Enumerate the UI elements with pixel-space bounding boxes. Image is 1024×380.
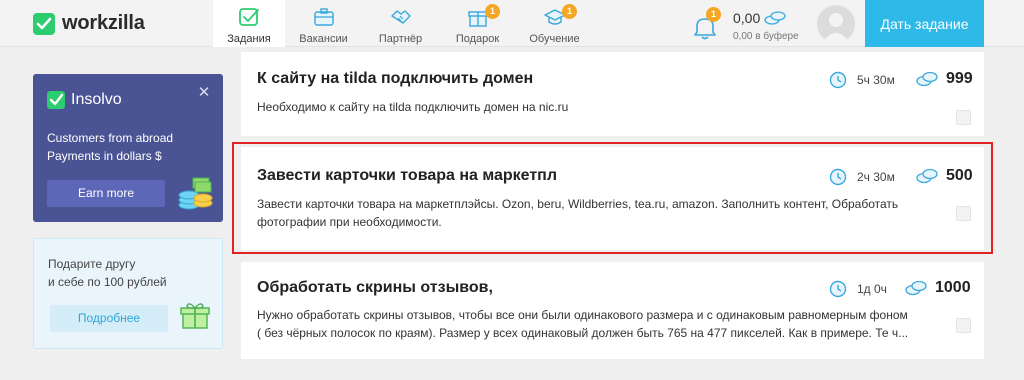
selection-highlight [232,142,993,254]
notifications-button[interactable]: 1 [693,7,721,40]
task-card[interactable]: К сайту на tilda подключить домен Необхо… [241,52,984,136]
coins-icon [916,71,938,87]
details-button[interactable]: Подробнее [50,305,168,332]
nav-tab-label: Подарок [455,33,500,45]
insolvo-promo: Insolvo ✕ Customers from abroad Payments… [33,74,223,222]
checkbox-icon [239,8,259,26]
task-time: 1д 0ч [829,280,887,298]
coin-stack-icon [178,177,213,210]
nav-tab-label: Обучение [529,33,580,45]
task-card[interactable]: Обработать скрины отзывов, Нужно обработ… [241,262,984,359]
insolvo-text: Customers from abroad Payments in dollar… [47,129,173,165]
main-nav: Задания Вакансии Партнёр 1 Подарок 1 Обу… [213,0,593,47]
referral-line1: Подарите другу [48,257,136,271]
task-title[interactable]: Обработать скрины отзывов, [257,279,493,297]
learning-badge: 1 [562,4,577,19]
task-price-value: 1000 [935,279,971,296]
nav-tab-gift[interactable]: 1 Подарок [439,0,516,47]
nav-tab-label: Партнёр [378,33,423,45]
briefcase-icon [313,8,334,26]
insolvo-logo: Insolvo [47,91,122,109]
task-price: 999 [916,70,973,88]
give-task-button[interactable]: Дать задание [865,0,984,47]
coins-icon [905,280,927,296]
insolvo-brand: Insolvo [71,91,122,108]
task-hide-checkbox[interactable] [956,318,971,333]
top-header: workzilla Задания Вакансии Партнёр 1 Под… [0,0,1024,47]
insolvo-line2: Payments in dollars $ [47,149,162,163]
balance-buffer: 0,00 в буфере [733,31,799,42]
brand-name: workzilla [62,12,145,34]
user-icon [822,13,850,43]
task-time: 5ч 30м [829,71,895,89]
task-time-value: 5ч 30м [857,73,895,87]
notifications-badge: 1 [706,7,721,22]
nav-tab-label: Задания [227,33,271,45]
close-icon[interactable]: ✕ [197,85,211,100]
task-description-line: ( без чёрных полосок по краям). Размер у… [257,326,909,340]
user-avatar[interactable] [817,5,855,43]
coins-icon [764,11,786,25]
task-time-value: 1д 0ч [857,282,887,296]
gift-badge: 1 [485,4,500,19]
balance-widget[interactable]: 0,00 0,00 в буфере [733,10,799,42]
task-price: 1000 [905,279,971,297]
referral-text: Подарите другу и себе по 100 рублей [48,255,167,291]
nav-tab-learning[interactable]: 1 Обучение [516,0,593,47]
nav-tab-vacancies[interactable]: Вакансии [285,0,362,47]
balance-amount: 0,00 [733,10,761,26]
task-description: Нужно обработать скрины отзывов, чтобы в… [257,306,947,342]
earn-more-button[interactable]: Earn more [47,180,165,207]
handshake-icon [390,10,411,24]
nav-tab-partner[interactable]: Партнёр [362,0,439,47]
task-price-value: 999 [946,70,973,87]
clock-icon [829,71,847,89]
nav-tab-label: Вакансии [299,33,348,45]
nav-tab-tasks[interactable]: Задания [213,0,285,47]
clock-icon [829,280,847,298]
workzilla-logo[interactable]: workzilla [33,12,145,35]
task-hide-checkbox[interactable] [956,110,971,125]
task-title[interactable]: К сайту на tilda подключить домен [257,70,533,88]
insolvo-line1: Customers from abroad [47,131,174,145]
logo-check-icon [33,12,55,35]
referral-promo: Подарите другу и себе по 100 рублей Подр… [33,238,223,349]
referral-line2: и себе по 100 рублей [48,275,167,289]
insolvo-check-icon [47,91,65,109]
gift-icon [180,303,210,329]
task-description: Необходимо к сайту на tilda подключить д… [257,100,569,114]
task-description-line: Нужно обработать скрины отзывов, чтобы в… [257,308,908,322]
